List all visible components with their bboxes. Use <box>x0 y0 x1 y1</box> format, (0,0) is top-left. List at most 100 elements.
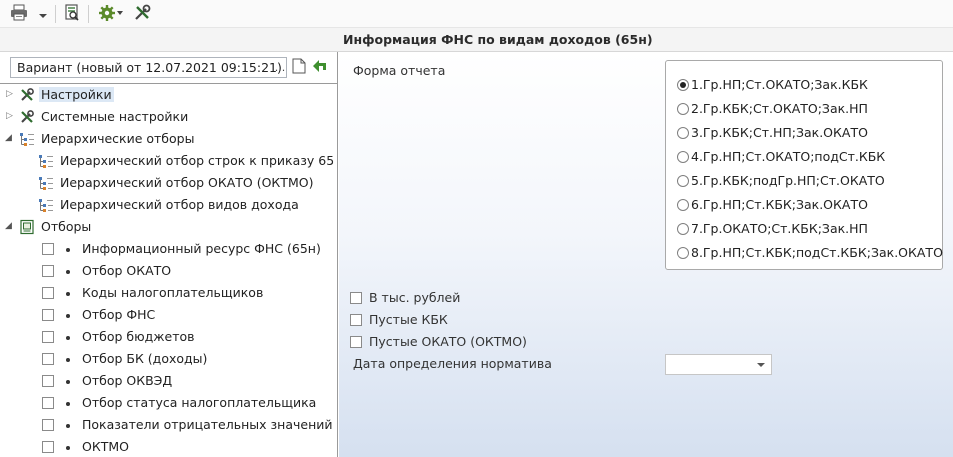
bullet <box>66 270 70 274</box>
preview-button[interactable] <box>60 3 84 25</box>
option-label: В тыс. рублей <box>369 290 461 305</box>
report-form-option-label: 1.Гр.НП;Ст.ОКАТО;Зак.КБК <box>691 77 868 92</box>
filter-label: Отбор ОКАТО <box>82 263 172 278</box>
document-icon <box>292 58 306 77</box>
filter-checkbox[interactable] <box>42 243 54 255</box>
filter-checkbox[interactable] <box>42 353 54 365</box>
chevron-down-icon[interactable] <box>757 363 765 367</box>
tools-icon <box>133 4 151 25</box>
bullet <box>66 292 70 296</box>
collapse-arrow-icon[interactable]: ◢ <box>5 133 13 143</box>
filter-label: Отбор ФНС <box>82 307 156 322</box>
bullet <box>66 336 70 340</box>
tree-item-label: Настройки <box>39 87 114 102</box>
report-form-option-label: 4.Гр.НП;Ст.ОКАТО;подСт.КБК <box>691 149 886 164</box>
report-form-option-label: 5.Гр.КБК;подГр.НП;Ст.ОКАТО <box>691 173 885 188</box>
expand-arrow-icon[interactable]: ▷ <box>6 111 14 121</box>
filter-label: Отбор бюджетов <box>82 329 195 344</box>
expand-arrow-icon[interactable]: ▷ <box>6 89 14 99</box>
radio-button[interactable] <box>677 151 689 163</box>
radio-button[interactable] <box>677 223 689 235</box>
window-title: Информация ФНС по видам доходов (65н) <box>343 32 653 47</box>
filter-item[interactable]: Отбор бюджетов <box>0 326 337 348</box>
filter-label: Коды налогоплательщиков <box>82 285 264 300</box>
gear-icon <box>98 4 124 25</box>
bullet <box>66 314 70 318</box>
filter-checkbox[interactable] <box>42 287 54 299</box>
tools-button[interactable] <box>131 3 153 25</box>
norm-date-select[interactable] <box>665 354 772 375</box>
radio-button[interactable] <box>677 103 689 115</box>
option-checkbox[interactable] <box>350 314 362 326</box>
filter-item[interactable]: Отбор ФНС <box>0 304 337 326</box>
return-arrow-icon <box>311 58 329 77</box>
radio-button[interactable] <box>677 175 689 187</box>
tree-item-hier-okato[interactable]: Иерархический отбор ОКАТО (ОКТМО) <box>0 172 337 194</box>
filter-item[interactable]: Коды налогоплательщиков <box>0 282 337 304</box>
radio-button[interactable] <box>677 247 689 259</box>
filter-checkbox[interactable] <box>42 419 54 431</box>
filter-checkbox[interactable] <box>42 375 54 387</box>
filter-item[interactable]: Отбор статуса налогоплательщика <box>0 392 337 414</box>
filter-checkbox[interactable] <box>42 331 54 343</box>
variant-row: Вариант (новый от 12.07.2021 09:15:21) .… <box>4 55 334 79</box>
tree-item-filters[interactable]: ◢ Отборы <box>0 216 337 238</box>
bullet <box>66 402 70 406</box>
norm-date-label: Дата определения норматива <box>353 356 552 371</box>
toolbar-separator <box>88 5 89 23</box>
filter-checkbox[interactable] <box>42 441 54 453</box>
filter-label: Отбор статуса налогоплательщика <box>82 395 317 410</box>
tree-item-label: Системные настройки <box>41 109 189 124</box>
filter-item[interactable]: ОКТМО <box>0 436 337 457</box>
dropdown-arrow-icon <box>39 7 47 22</box>
filter-item[interactable]: Отбор ОКВЭД <box>0 370 337 392</box>
option-label: Пустые КБК <box>369 312 448 327</box>
tools-icon <box>19 87 35 103</box>
window-title-bar: Информация ФНС по видам доходов (65н) <box>0 28 953 52</box>
toolbar <box>0 0 953 28</box>
print-dropdown-button[interactable] <box>36 3 50 25</box>
radio-button[interactable] <box>677 199 689 211</box>
report-form-option-label: 2.Гр.КБК;Ст.ОКАТО;Зак.НП <box>691 101 868 116</box>
filter-item[interactable]: Информационный ресурс ФНС (65н) <box>0 238 337 260</box>
option-checkbox[interactable] <box>350 336 362 348</box>
tree-item-system-settings[interactable]: ▷ Системные настройки <box>0 106 337 128</box>
print-button[interactable] <box>6 3 32 25</box>
tree-item-hierarchical-filters[interactable]: ◢ Иерархические отборы <box>0 128 337 150</box>
bullet <box>66 380 70 384</box>
tree-item-settings[interactable]: ▷ Настройки <box>0 84 337 106</box>
tree-item-hier-rows-65[interactable]: Иерархический отбор строк к приказу 65 <box>0 150 337 172</box>
settings-button[interactable] <box>96 3 126 25</box>
settings-tree-panel: Вариант (новый от 12.07.2021 09:15:21) .… <box>0 52 338 457</box>
variant-apply-button[interactable] <box>310 57 330 78</box>
hierarchy-icon <box>38 175 54 191</box>
tree-item-hier-income-types[interactable]: Иерархический отбор видов дохода <box>0 194 337 216</box>
tree-item-label: Иерархический отбор ОКАТО (ОКТМО) <box>60 175 314 190</box>
tree-item-label: Отборы <box>41 219 92 234</box>
filter-checkbox[interactable] <box>42 309 54 321</box>
report-form-option-label: 3.Гр.КБК;Ст.НП;Зак.ОКАТО <box>691 125 868 140</box>
tree-item-label: Иерархический отбор строк к приказу 65 <box>60 153 335 168</box>
variant-more-button[interactable]: ... <box>270 57 290 78</box>
radio-button[interactable] <box>677 127 689 139</box>
filter-item[interactable]: Показатели отрицательных значений <box>0 414 337 436</box>
report-form-option-label: 6.Гр.НП;Ст.КБК;Зак.ОКАТО <box>691 197 868 212</box>
report-form-label: Форма отчета <box>353 63 446 78</box>
filter-checkbox[interactable] <box>42 397 54 409</box>
variant-document-button[interactable] <box>289 57 309 78</box>
filter-label: Информационный ресурс ФНС (65н) <box>82 241 321 256</box>
filter-checkbox[interactable] <box>42 265 54 277</box>
filter-label: Показатели отрицательных значений <box>82 417 333 432</box>
print-icon <box>9 4 29 25</box>
filter-label: Отбор БК (доходы) <box>82 351 208 366</box>
hierarchy-icon <box>38 153 54 169</box>
filter-item[interactable]: Отбор ОКАТО <box>0 260 337 282</box>
radio-button[interactable] <box>677 79 689 91</box>
variant-select[interactable]: Вариант (новый от 12.07.2021 09:15:21) <box>10 57 287 78</box>
option-checkbox[interactable] <box>350 292 362 304</box>
report-form-option-label: 7.Гр.ОКАТО;Ст.КБК;Зак.НП <box>691 221 868 236</box>
report-form-radio-group: 1.Гр.НП;Ст.ОКАТО;Зак.КБК 2.Гр.КБК;Ст.ОКА… <box>665 60 943 270</box>
collapse-arrow-icon[interactable]: ◢ <box>5 221 13 231</box>
bullet <box>66 358 70 362</box>
filter-item[interactable]: Отбор БК (доходы) <box>0 348 337 370</box>
